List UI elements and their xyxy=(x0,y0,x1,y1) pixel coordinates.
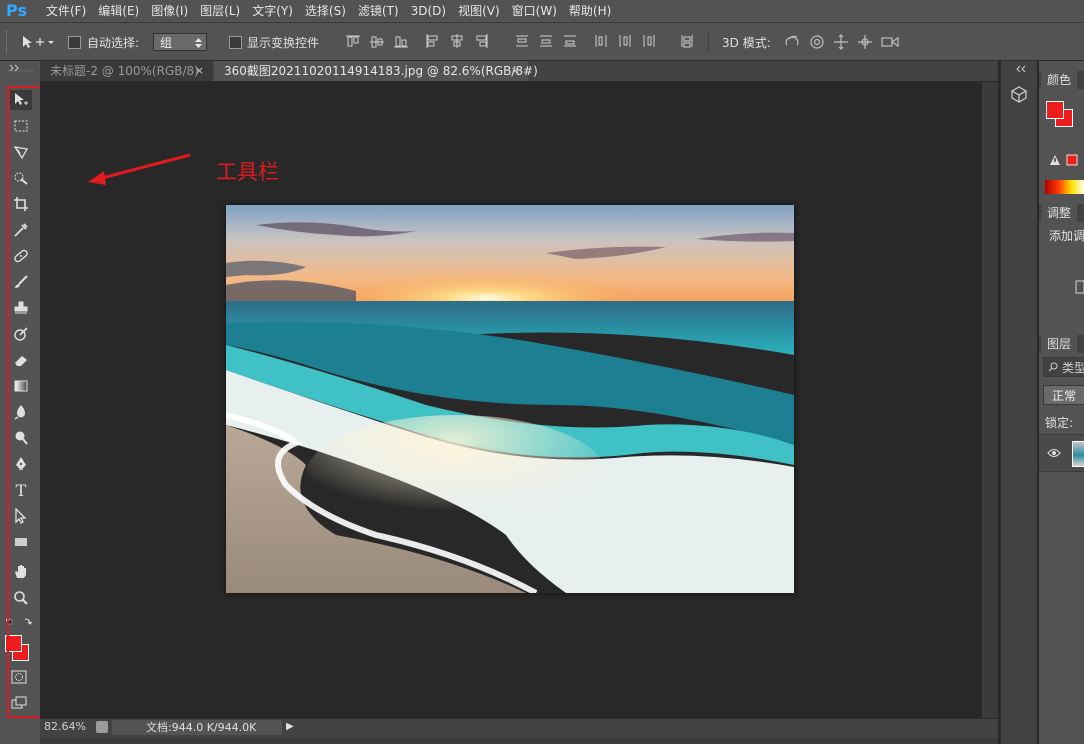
color-ramp[interactable] xyxy=(1045,180,1084,194)
eye-icon[interactable] xyxy=(1047,448,1061,458)
menu-window[interactable]: 窗口(W) xyxy=(506,0,563,22)
tab-screenshot-jpg[interactable]: 360截图20211020114914183.jpg @ 82.6%(RGB/8… xyxy=(214,61,538,81)
auto-select-value: 组 xyxy=(160,36,173,50)
panel-foreground-fill xyxy=(1047,102,1063,118)
menu-file[interactable]: 文件(F) xyxy=(40,0,92,22)
adjustments-panel-header: 调整 xyxy=(1039,204,1084,222)
options-separator xyxy=(708,31,709,53)
menu-help[interactable]: 帮助(H) xyxy=(563,0,617,22)
document-size: 文档:944.0 K/944.0K xyxy=(112,720,282,735)
tab-label: 未标题-2 @ 100%(RGB/8) xyxy=(50,64,199,78)
blend-mode-dropdown[interactable]: 正常 xyxy=(1043,385,1084,405)
3d-panel-icon[interactable] xyxy=(1009,85,1029,103)
tab-label: 360截图20211020114914183.jpg @ 82.6%(RGB/8… xyxy=(224,64,538,78)
panel-dock-icons xyxy=(1000,61,1037,744)
add-adjustment-text: 添加调 xyxy=(1049,229,1084,243)
status-info-icon[interactable] xyxy=(96,721,108,733)
panel-foreground-swatch[interactable] xyxy=(1046,101,1064,119)
move-tool-preset-icon[interactable] xyxy=(20,34,54,50)
filter-type-label: 类型 xyxy=(1062,361,1084,375)
annotation-arrow-icon xyxy=(88,153,191,185)
menu-image[interactable]: 图像(I) xyxy=(145,0,194,22)
close-icon[interactable]: × xyxy=(195,61,204,81)
menu-select[interactable]: 选择(S) xyxy=(299,0,352,22)
beach-sunset-image[interactable] xyxy=(226,205,794,593)
search-icon xyxy=(1048,362,1058,372)
3d-mode-label: 3D 模式: xyxy=(722,36,771,50)
bottom-panel-tabs xyxy=(40,738,998,744)
tab-adjustments[interactable]: 调整 xyxy=(1041,204,1078,222)
gamut-warning-icon xyxy=(1050,154,1078,166)
layer-thumbnail xyxy=(1072,441,1084,467)
menu-type[interactable]: 文字(Y) xyxy=(246,0,299,22)
tab-untitled-2[interactable]: 未标题-2 @ 100%(RGB/8) × xyxy=(40,61,212,81)
3d-mode-icons[interactable] xyxy=(784,33,902,51)
layer-filter-field[interactable]: 类型 xyxy=(1043,357,1084,377)
collapse-arrows-icon[interactable] xyxy=(1013,65,1033,73)
auto-select-checkbox[interactable] xyxy=(68,36,81,49)
tab-color[interactable]: 颜色 xyxy=(1041,71,1078,89)
menu-bar: Ps 文件(F) 编辑(E) 图像(I) 图层(L) 文字(Y) 选择(S) 滤… xyxy=(0,0,1084,23)
beach-sunset-picture xyxy=(226,205,794,593)
annotation-label: 工具栏 xyxy=(216,160,279,184)
layers-panel-header: 图层 xyxy=(1039,335,1084,353)
status-menu-arrow-icon[interactable]: ▶ xyxy=(286,721,294,732)
show-transform-label: 显示变换控件 xyxy=(247,36,320,50)
blend-mode-value: 正常 xyxy=(1052,389,1077,403)
auto-select-label: 自动选择: xyxy=(87,36,140,50)
menu-edit[interactable]: 编辑(E) xyxy=(92,0,145,22)
color-panel-header: 颜色 xyxy=(1039,71,1084,89)
dropdown-arrows-icon xyxy=(195,38,202,48)
document-tab-bar: 未标题-2 @ 100%(RGB/8) × 360截图2021102011491… xyxy=(40,61,998,82)
options-bar-grip[interactable] xyxy=(6,31,10,53)
zoom-level[interactable]: 82.64% xyxy=(44,720,86,733)
lock-label: 锁定: xyxy=(1045,416,1074,430)
photoshop-logo: Ps xyxy=(6,1,27,20)
menu-items: 文件(F) 编辑(E) 图像(I) 图层(L) 文字(Y) 选择(S) 滤镜(T… xyxy=(40,0,617,22)
close-icon[interactable]: × xyxy=(511,61,520,81)
align-distribute-icons[interactable] xyxy=(346,34,716,50)
adjustment-icon[interactable] xyxy=(1075,280,1084,294)
show-transform-checkbox[interactable] xyxy=(229,36,242,49)
menu-layer[interactable]: 图层(L) xyxy=(194,0,246,22)
tab-layers[interactable]: 图层 xyxy=(1041,335,1078,353)
menu-view[interactable]: 视图(V) xyxy=(452,0,506,22)
auto-select-dropdown[interactable]: 组 xyxy=(153,33,207,51)
menu-3d[interactable]: 3D(D) xyxy=(405,0,452,22)
collapse-arrows-icon[interactable] xyxy=(6,64,36,72)
right-panels: 颜色 调整 添加调 图层 类型 正常 锁定: xyxy=(1038,61,1084,744)
layer-row[interactable] xyxy=(1039,434,1084,472)
menu-filter[interactable]: 滤镜(T) xyxy=(352,0,405,22)
vertical-scrollbar[interactable] xyxy=(982,82,998,718)
